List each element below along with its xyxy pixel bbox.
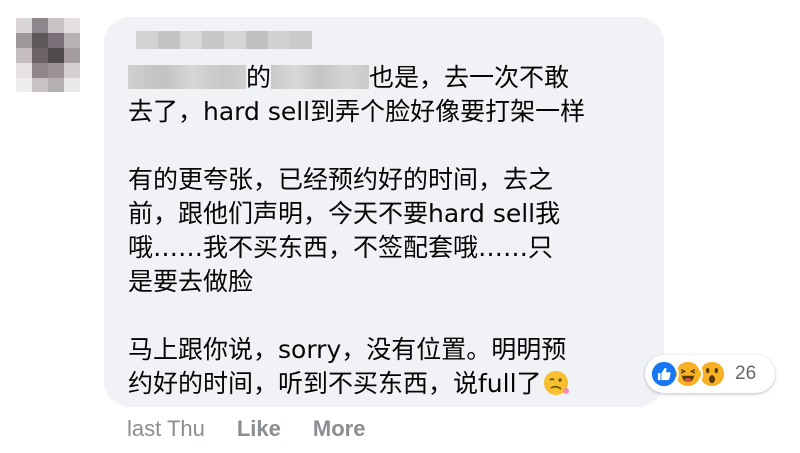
like-button[interactable]: Like [237,416,281,442]
comment-line-1: 的 也是，去一次不敢 [128,61,628,95]
comment-line-2: 去了，hard sell到弄个脸好像要打架一样 [128,97,586,126]
more-button[interactable]: More [313,416,366,442]
comment-line-8-wrap: 约好的时间，听到不买东西，说full了 [128,367,628,401]
author-name-redacted[interactable] [136,31,312,49]
woozy-face-emoji [543,371,569,395]
comment-line-3: 有的更夸张，已经预约好的时间，去之 [128,165,554,194]
comment-bubble: 的 也是，去一次不敢 去了，hard sell到弄个脸好像要打架一样 有的更夸张，… [104,17,664,407]
comment-text-fragment: 的 [246,63,272,92]
avatar[interactable] [16,18,80,92]
comment-line-7: 马上跟你说，sorry，没有位置。明明预 [128,335,567,364]
comment-text: 的 也是，去一次不敢 去了，hard sell到弄个脸好像要打架一样 有的更夸张，… [128,61,628,401]
reaction-count: 26 [735,363,757,384]
comment-line-5: 哦……我不买东西，不签配套哦……只 [128,233,554,262]
comment-line-6: 是要去做脸 [128,267,254,296]
redacted-text [128,65,246,89]
comment-line-4: 前，跟他们声明，今天不要hard sell我 [128,199,561,228]
comment-text-fragment: 也是，去一次不敢 [369,63,570,92]
like-icon [649,359,679,389]
comment-actions: last Thu Like More [127,416,365,442]
timestamp-link[interactable]: last Thu [127,416,205,442]
comment-line-8: 约好的时间，听到不买东西，说full了 [128,369,542,398]
reactions-summary[interactable]: 26 [645,355,775,393]
redacted-text [271,65,370,89]
